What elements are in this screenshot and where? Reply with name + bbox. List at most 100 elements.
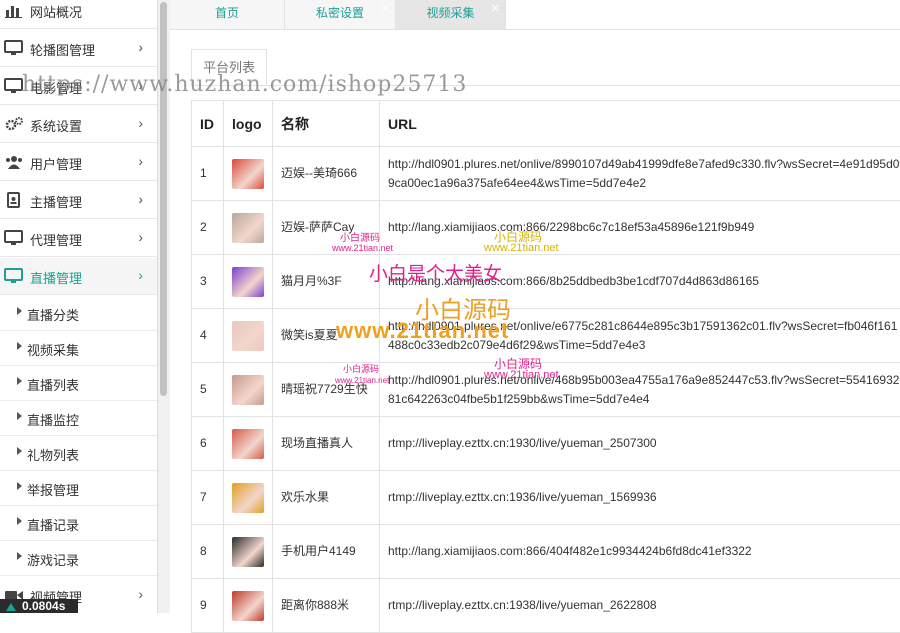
column-header-logo: logo [224,101,273,147]
gears-icon [4,116,24,132]
sidebar-subitem-label: 游戏记录 [27,550,79,569]
sidebar-subitem-5[interactable]: 举报管理 [0,471,157,506]
cell-id: 8 [192,525,224,579]
sidebar-subitem-3[interactable]: 直播监控 [0,401,157,436]
monitor-icon [4,268,24,284]
cell-url: http://lang.xiamijiaos.com:866/404f482e1… [380,525,900,579]
sidebar-subitem-6[interactable]: 直播记录 [0,506,157,541]
sidebar-subitem-7[interactable]: 游戏记录 [0,541,157,576]
cell-name: 微笑is夏夏 [273,309,380,363]
column-header-id: ID [192,101,224,147]
sidebar-subitem-label: 直播列表 [27,375,79,394]
caret-right-icon [17,307,22,315]
caret-right-icon [17,412,22,420]
cell-id: 1 [192,147,224,201]
caret-right-icon [17,447,22,455]
table-row: 4微笑is夏夏http://hdl0901.plures.net/onlive/… [192,309,900,363]
cell-logo [224,255,273,309]
sidebar-item-7[interactable]: 直播管理 › [0,258,157,295]
sidebar-item-label: 网站概况 [30,2,82,21]
tab-label: 私密设置 [316,6,364,20]
caret-right-icon [17,552,22,560]
load-time-badge: 0.0804s [0,599,78,613]
tab-bar: 首页 私密设置 ✕ 视频采集 ✕ [170,0,900,30]
cell-logo [224,579,273,633]
cell-name: 现场直播真人 [273,417,380,471]
cell-name: 猫月月%3F [273,255,380,309]
sidebar-item-1[interactable]: 轮播图管理 › [0,30,157,67]
cell-url: http://lang.xiamijiaos.com:866/2298bc6c7… [380,201,900,255]
table-row: 5 晴瑶祝7729生快http://hdl0901.plures.net/onli… [192,363,900,417]
table-row: 2迈娱-萨萨Cayhttp://lang.xiamijiaos.com:866/… [192,201,900,255]
cell-logo [224,471,273,525]
sidebar-subitem-label: 举报管理 [27,480,79,499]
logo-thumbnail [232,321,264,351]
cell-name: 晴瑶祝7729生快 [273,363,380,417]
sidebar-scrollbar-thumb[interactable] [160,2,167,396]
logo-thumbnail [232,375,264,405]
sidebar-item-4[interactable]: 用户管理› [0,144,157,181]
tab-1[interactable]: 私密设置 ✕ [285,0,396,29]
chevron-right-icon: › [138,267,143,283]
logo-thumbnail [232,159,264,189]
sidebar-subitem-label: 视频采集 [27,340,79,359]
cell-logo [224,525,273,579]
sidebar-scrollbar[interactable] [158,0,170,613]
caret-right-icon [17,517,22,525]
monitor-icon [4,78,24,94]
chevron-right-icon: › [138,115,143,131]
cell-logo [224,201,273,255]
column-header-url: URL [380,101,900,147]
monitor-icon [4,40,24,56]
sidebar-item-2[interactable]: 电影管理 › [0,68,157,105]
table-row: 8手机用户4149http://lang.xiamijiaos.com:866/… [192,525,900,579]
sidebar-item-label: 主播管理 [30,192,82,211]
sidebar-item-3[interactable]: 系统设置› [0,106,157,143]
logo-thumbnail [232,537,264,567]
cell-name: 欢乐水果 [273,471,380,525]
sidebar-item-6[interactable]: 代理管理› [0,220,157,257]
cell-id: 5 [192,363,224,417]
cell-id: 2 [192,201,224,255]
cell-url: rtmp://liveplay.ezttx.cn:1930/live/yuema… [380,417,900,471]
close-icon[interactable]: ✕ [381,2,390,16]
cell-name: 距离你888米 [273,579,380,633]
logo-thumbnail [232,213,264,243]
table-row: 7欢乐水果rtmp://liveplay.ezttx.cn:1936/live/… [192,471,900,525]
table-row: 1迈娱--美琦666http://hdl0901.plures.net/onli… [192,147,900,201]
sidebar-subitem-0[interactable]: 直播分类 [0,296,157,331]
sidebar-subitem-label: 直播分类 [27,305,79,324]
sidebar-item-label: 电影管理 [30,78,82,97]
column-header-name: 名称 [273,101,380,147]
sidebar-item-5[interactable]: 主播管理 › [0,182,157,219]
logo-thumbnail [232,591,264,621]
table-row: 6现场直播真人rtmp://liveplay.ezttx.cn:1930/liv… [192,417,900,471]
cell-url: rtmp://liveplay.ezttx.cn:1938/live/yuema… [380,579,900,633]
cell-url: http://hdl0901.plures.net/onlive/468b95b… [380,363,900,417]
sidebar-item-label: 轮播图管理 [30,40,95,59]
logo-thumbnail [232,483,264,513]
sidebar-subitem-label: 直播记录 [27,515,79,534]
logo-thumbnail [232,429,264,459]
sidebar-subitem-label: 礼物列表 [27,445,79,464]
sidebar-subitem-1[interactable]: 视频采集 [0,331,157,366]
chevron-right-icon: › [138,39,143,55]
chevron-right-icon: › [138,191,143,207]
triangle-icon [6,603,16,611]
chevron-right-icon: › [138,229,143,245]
close-icon[interactable]: ✕ [491,2,500,16]
tab-2[interactable]: 视频采集 ✕ [396,0,506,29]
chevron-right-icon: › [138,153,143,169]
tab-0[interactable]: 首页 [170,0,285,29]
table-header-row: ID logo 名称 URL [192,101,900,147]
cell-url: rtmp://liveplay.ezttx.cn:1936/live/yuema… [380,471,900,525]
tab-label: 视频采集 [426,6,474,20]
monitor-icon [4,230,24,246]
sidebar-subitem-2[interactable]: 直播列表 [0,366,157,401]
sidebar-item-0[interactable]: 网站概况 [0,0,157,29]
sidebar-item-label: 直播管理 [30,268,82,287]
platform-list-tab[interactable]: 平台列表 [191,49,267,85]
sidebar-subitem-4[interactable]: 礼物列表 [0,436,157,471]
chevron-right-icon: › [138,77,143,93]
cell-id: 4 [192,309,224,363]
